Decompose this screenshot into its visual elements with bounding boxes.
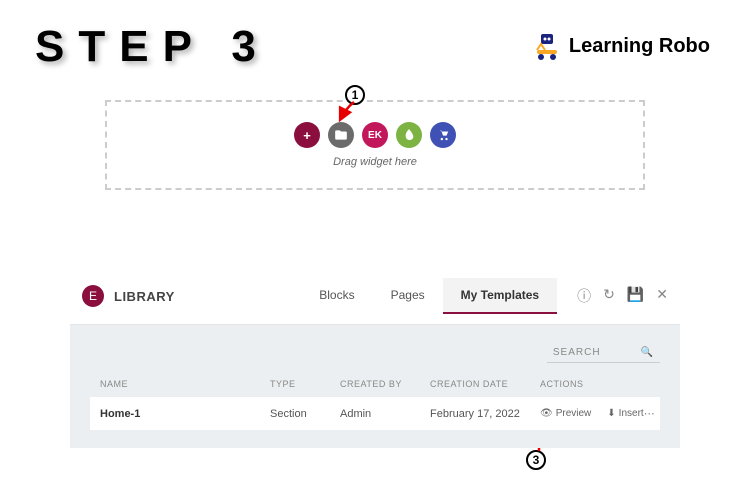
- elementor-icon: E: [82, 285, 104, 307]
- ek-icon[interactable]: EK: [362, 122, 388, 148]
- row-date: February 17, 2022: [430, 408, 540, 420]
- tab-pages[interactable]: Pages: [373, 278, 443, 314]
- drag-hint: Drag widget here: [333, 156, 417, 168]
- col-by: CREATED BY: [340, 379, 430, 389]
- row-name[interactable]: Home-1: [100, 408, 270, 420]
- brand: Learning Robo: [531, 30, 710, 62]
- col-date: CREATION DATE: [430, 379, 540, 389]
- leaf-icon[interactable]: [396, 122, 422, 148]
- library-header: E LIBRARY Blocks Pages My Templates ⓘ ↻ …: [70, 268, 680, 325]
- search-label: SEARCH: [553, 347, 601, 358]
- close-icon[interactable]: ✕: [656, 286, 668, 306]
- library-tabs: Blocks Pages My Templates: [301, 278, 557, 314]
- add-section-button[interactable]: +: [294, 122, 320, 148]
- row-by: Admin: [340, 408, 430, 420]
- brand-text: Learning Robo: [569, 35, 710, 58]
- col-actions: ACTIONS: [540, 379, 650, 389]
- cart-icon[interactable]: [430, 122, 456, 148]
- tab-my-templates[interactable]: My Templates: [443, 278, 557, 314]
- col-name: NAME: [100, 379, 270, 389]
- search-input[interactable]: SEARCH 🔍: [547, 343, 660, 363]
- search-icon: 🔍: [641, 347, 654, 358]
- col-type: TYPE: [270, 379, 340, 389]
- library-title: LIBRARY: [114, 289, 175, 304]
- library-body: SEARCH 🔍 NAME TYPE CREATED BY CREATION D…: [70, 325, 680, 448]
- table-row: Home-1 Section Admin February 17, 2022 👁…: [90, 397, 660, 430]
- editor-drop-zone[interactable]: + EK Drag widget here: [105, 100, 645, 190]
- widget-button-row: + EK: [294, 122, 456, 148]
- save-icon[interactable]: 💾: [627, 286, 644, 306]
- info-icon[interactable]: ⓘ: [577, 286, 591, 306]
- robo-icon: [531, 30, 563, 62]
- preview-button[interactable]: 👁 Preview: [540, 408, 591, 419]
- table-header: NAME TYPE CREATED BY CREATION DATE ACTIO…: [90, 375, 660, 393]
- step-heading: STEP 3: [35, 22, 270, 72]
- arrow-1: [332, 98, 362, 128]
- tab-blocks[interactable]: Blocks: [301, 278, 372, 314]
- callout-3: 3: [526, 450, 546, 470]
- more-icon[interactable]: ⋯: [644, 407, 659, 420]
- insert-button[interactable]: ⬇ Insert: [607, 408, 643, 419]
- library-tools: ⓘ ↻ 💾 ✕: [577, 286, 668, 306]
- sync-icon[interactable]: ↻: [603, 286, 615, 306]
- row-type: Section: [270, 408, 340, 420]
- library-panel: E LIBRARY Blocks Pages My Templates ⓘ ↻ …: [70, 268, 680, 448]
